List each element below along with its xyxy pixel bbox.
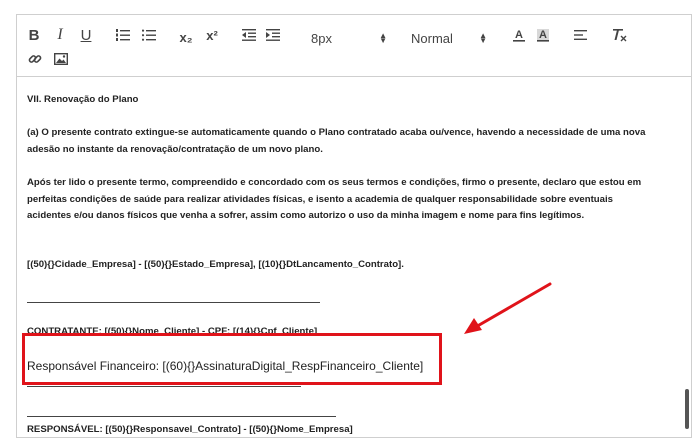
paragraph-line: perfeitas condições de saúde para realiz… xyxy=(27,194,613,205)
city-date-line: [(50){}Cidade_Empresa] - [(50){}Estado_E… xyxy=(27,259,404,270)
italic-button[interactable]: I xyxy=(53,25,67,45)
outdent-icon xyxy=(242,29,256,41)
superscript-button[interactable]: x² xyxy=(203,25,221,45)
paragraph-line: Após ter lido o presente termo, compreen… xyxy=(27,177,642,188)
svg-text:A: A xyxy=(539,29,547,41)
select-arrows-icon: ▲ ▼ xyxy=(479,31,487,45)
responsavel-line: RESPONSÁVEL: [(50){}Responsavel_Contrato… xyxy=(27,424,353,435)
align-left-icon xyxy=(574,30,587,40)
image-button[interactable] xyxy=(53,49,69,69)
bullet-list-button[interactable] xyxy=(141,25,157,45)
ordered-list-button[interactable] xyxy=(115,25,131,45)
heading-select[interactable]: Normal ▲ ▼ xyxy=(411,27,487,49)
paragraph-line: (a) O presente contrato extingue-se auto… xyxy=(27,127,646,138)
paragraph-line: adesão no instante da renovação/contrata… xyxy=(27,144,323,155)
scrollbar-thumb[interactable] xyxy=(685,389,689,429)
background-color-button[interactable]: A xyxy=(535,25,551,45)
svg-text:A: A xyxy=(515,29,523,41)
signature-line xyxy=(27,416,336,417)
font-size-value: 8px xyxy=(311,30,332,46)
indent-icon xyxy=(266,29,280,41)
ordered-list-icon xyxy=(116,29,130,41)
section-title: VII. Renovação do Plano xyxy=(27,94,139,105)
subscript-button[interactable]: x₂ xyxy=(177,27,195,47)
text-color-button[interactable]: A xyxy=(511,25,527,45)
clear-format-button[interactable] xyxy=(611,25,627,45)
heading-value: Normal xyxy=(411,30,453,46)
align-button[interactable] xyxy=(573,25,589,45)
background-color-icon: A xyxy=(537,29,549,42)
pointer-arrow-icon xyxy=(464,282,552,334)
signature-line xyxy=(27,302,320,303)
text-color-icon: A xyxy=(513,29,525,42)
link-icon xyxy=(28,55,42,63)
image-icon xyxy=(54,53,68,65)
outdent-button[interactable] xyxy=(241,25,257,45)
paragraph-line: acidentes e/ou danos físicos que venha a… xyxy=(27,210,585,221)
editor-toolbar: B I U x₂ x² 8px ▲ ▼ Normal ▲ ▼ A A xyxy=(17,15,691,77)
underline-button[interactable]: U xyxy=(79,25,93,45)
indent-button[interactable] xyxy=(265,25,281,45)
link-button[interactable] xyxy=(27,49,43,69)
select-arrows-icon: ▲ ▼ xyxy=(379,31,387,45)
bullet-list-icon xyxy=(142,29,156,41)
font-size-select[interactable]: 8px ▲ ▼ xyxy=(311,27,387,49)
signature-line xyxy=(27,386,301,387)
bold-button[interactable]: B xyxy=(27,25,41,45)
clear-format-icon xyxy=(613,29,627,42)
highlight-box xyxy=(22,333,442,385)
